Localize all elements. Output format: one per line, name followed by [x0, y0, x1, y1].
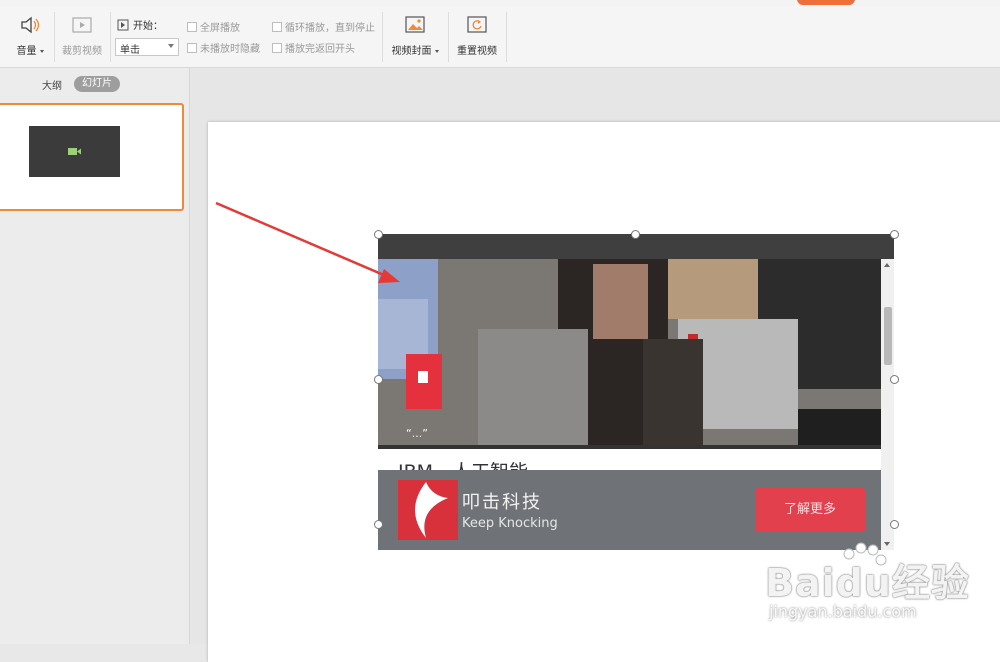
video-camera-icon [68, 148, 81, 155]
resize-handle-right[interactable] [890, 375, 899, 384]
hide-label: 未播放时隐藏 [200, 44, 260, 55]
ad-cta-button[interactable]: 了解更多 [755, 488, 865, 532]
tab-outline[interactable]: 大纲 [42, 77, 62, 92]
scroll-thumb[interactable] [884, 307, 892, 365]
start-icon [117, 19, 129, 30]
start-label: 开始： [117, 17, 163, 32]
loop-checkbox[interactable]: 循环播放，直到停止 [272, 19, 375, 34]
start-select[interactable]: 单击 [115, 38, 179, 56]
ad-banner: 叩击科技 Keep Knocking 了解更多 [378, 470, 881, 550]
resize-handle-top-left[interactable] [374, 230, 383, 239]
menu-tab-video-tools[interactable] [797, 0, 855, 5]
slide-thumbnail[interactable] [0, 103, 184, 211]
fullscreen-checkbox[interactable]: 全屏播放 [187, 19, 240, 34]
reset-video-button[interactable]: 重置视频 [455, 12, 499, 57]
resize-handle-left[interactable] [374, 375, 383, 384]
speaker-icon [19, 14, 41, 36]
watermark-url: jingyan.baidu.com [769, 602, 917, 621]
fullscreen-label: 全屏播放 [200, 23, 240, 34]
slide-navigation-panel: 大纲 幻灯片 [0, 68, 190, 644]
trim-video-icon [71, 14, 93, 36]
ad-title: 叩击科技 [462, 492, 542, 513]
volume-label: 音量 [16, 46, 37, 57]
trim-video-label: 裁剪视频 [62, 46, 102, 57]
resize-handle-top-right[interactable] [890, 230, 899, 239]
video-frame-image: “...” [378, 259, 881, 449]
rewind-label: 播放完返回开头 [285, 44, 355, 55]
ad-subtitle: Keep Knocking [462, 516, 558, 531]
reset-video-label: 重置视频 [457, 46, 497, 57]
resize-handle-bottom-right[interactable] [890, 520, 899, 529]
ad-logo-icon [398, 480, 458, 540]
volume-button[interactable]: 音量 [14, 12, 46, 57]
video-cover-icon [404, 14, 426, 36]
tab-slides[interactable]: 幻灯片 [74, 76, 120, 92]
watermark-brand: Baidu经验 [765, 561, 970, 605]
loop-label: 循环播放，直到停止 [285, 23, 375, 34]
scroll-up-icon[interactable] [884, 263, 890, 267]
video-cover-button[interactable]: 视频封面 [389, 12, 441, 57]
reset-video-icon [466, 14, 488, 36]
resize-handle-bottom-left[interactable] [374, 520, 383, 529]
svg-text:“...”: “...” [406, 427, 428, 440]
chevron-down-icon [168, 44, 174, 48]
ribbon-toolbar: 音量 裁剪视频 开始： 单击 全屏播放 未播放时隐藏 循环播放，直到停止 播放完… [0, 6, 1000, 68]
hide-when-not-playing-checkbox[interactable]: 未播放时隐藏 [187, 40, 260, 55]
start-select-value: 单击 [120, 45, 140, 56]
video-content: “...” IBM…人工智能 叩击科技 Keep Knocking 了解更多 [378, 259, 881, 550]
baidu-watermark: Baidu经验 jingyan.baidu.com [765, 542, 997, 636]
thumbnail-video [29, 126, 120, 177]
resize-handle-top[interactable] [631, 230, 640, 239]
video-cover-label: 视频封面 [391, 46, 432, 57]
video-object[interactable]: “...” IBM…人工智能 叩击科技 Keep Knocking 了解更多 [378, 234, 894, 550]
rewind-checkbox[interactable]: 播放完返回开头 [272, 40, 355, 55]
trim-video-button[interactable]: 裁剪视频 [60, 12, 104, 57]
video-scrollbar[interactable] [881, 259, 894, 550]
